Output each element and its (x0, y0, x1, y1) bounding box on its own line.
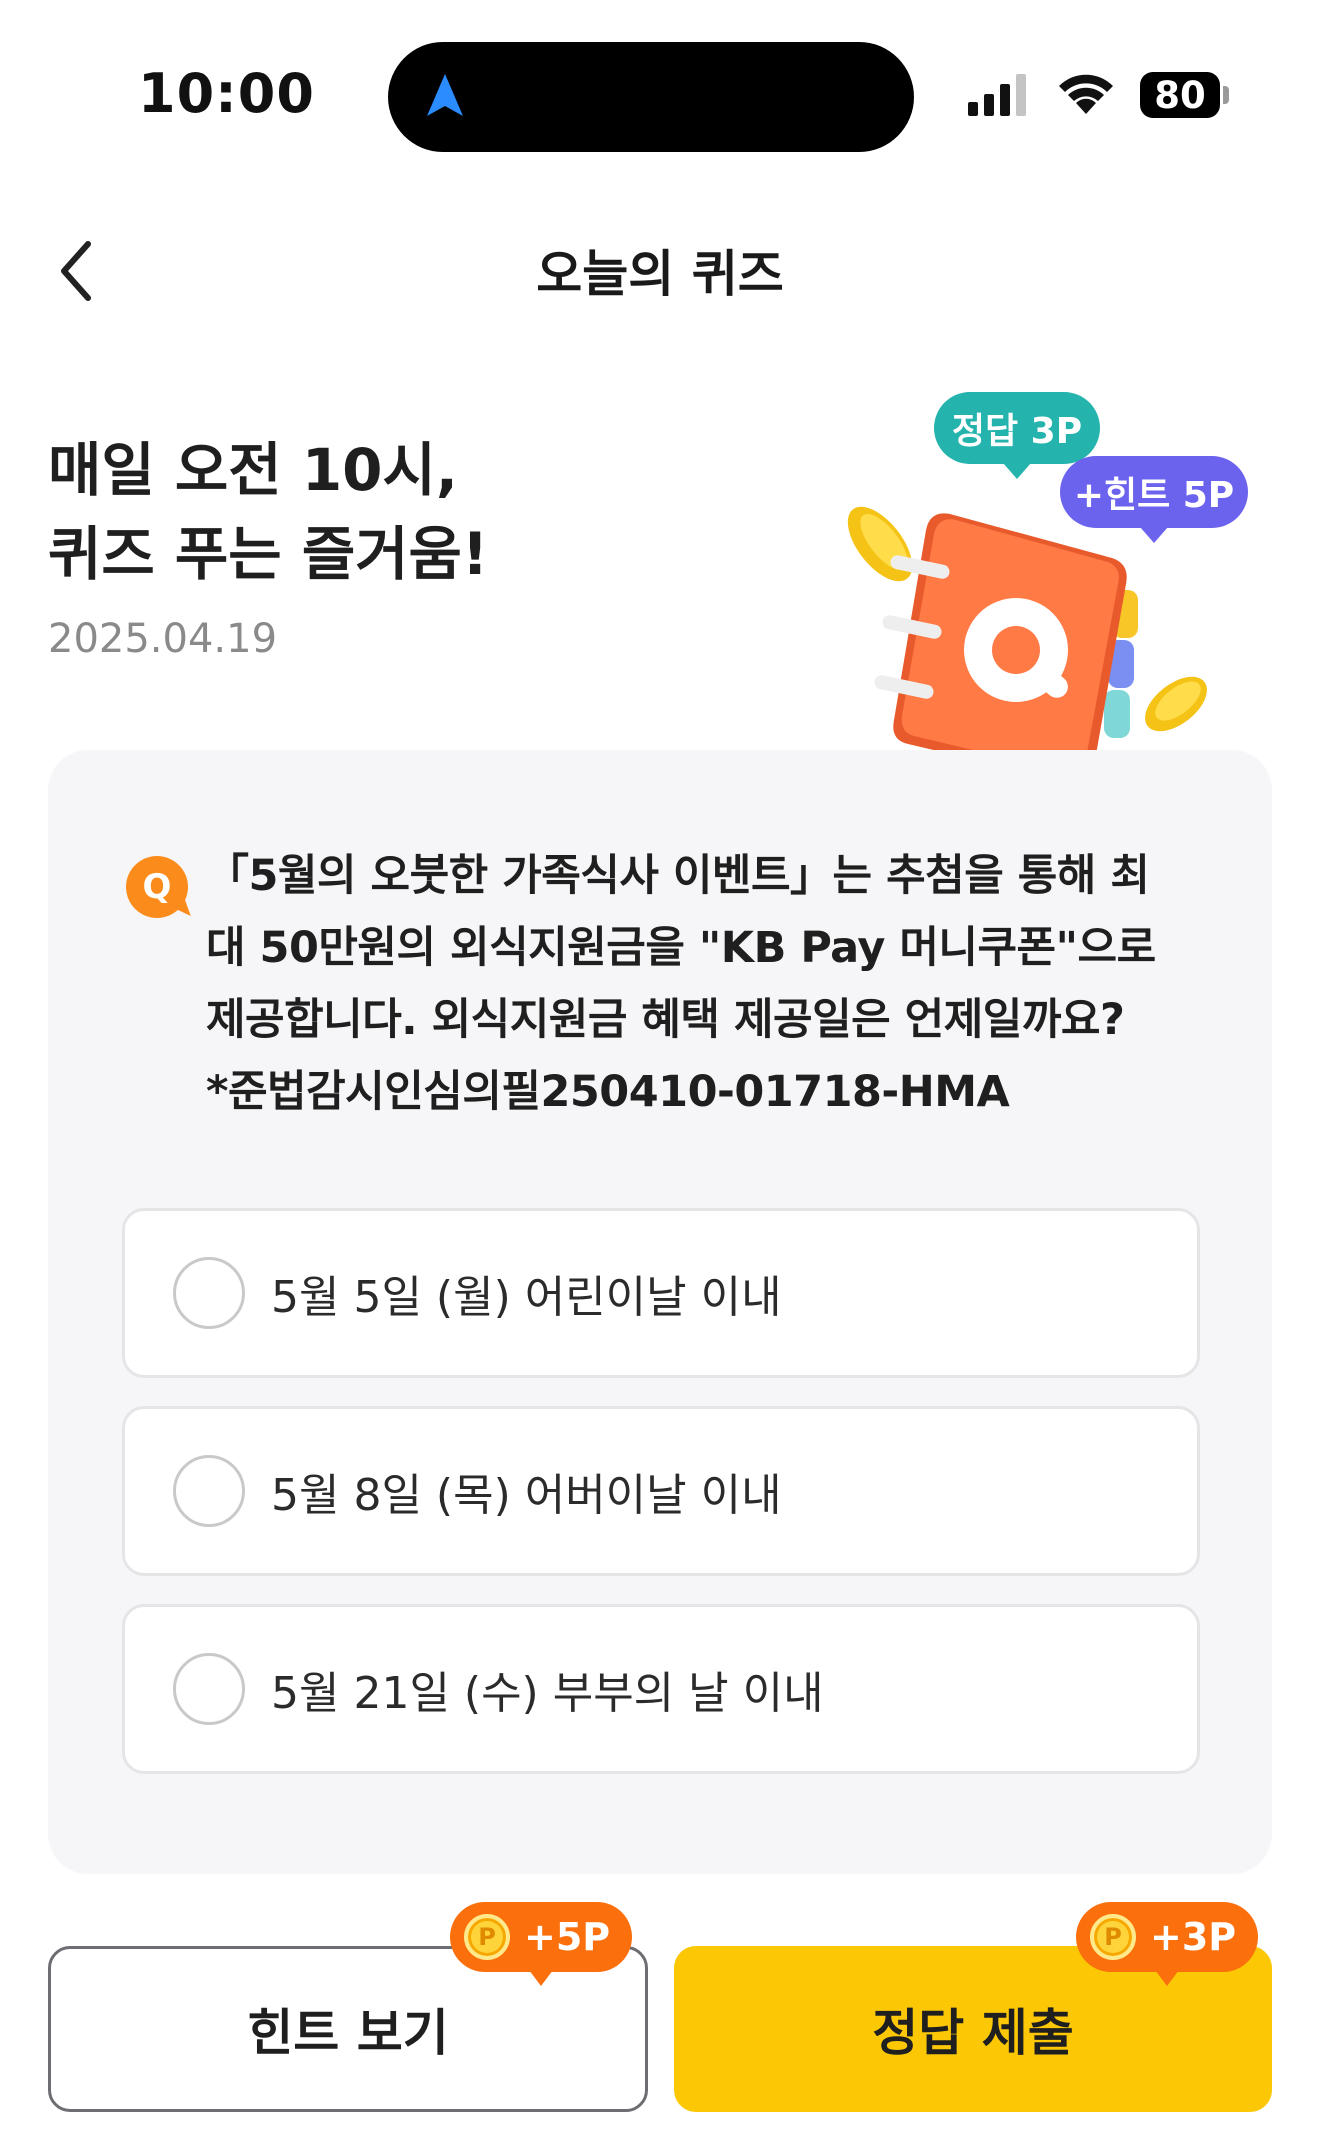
cellular-signal-icon (968, 74, 1026, 116)
answer-option-label: 5월 21일 (수) 부부의 날 이내 (271, 1668, 824, 1719)
question-line: 대 50만원의 외식지원금을 "KB Pay 머니쿠폰"으로 (206, 923, 1156, 973)
question-line: 「5월의 오붓한 가족식사 이벤트」는 추첨을 통해 최 (206, 851, 1150, 901)
quiz-date: 2025.04.19 (48, 616, 278, 662)
hero-heading-line1: 매일 오전 10시, (48, 436, 458, 504)
radio-button[interactable] (173, 1653, 245, 1725)
wifi-icon (1059, 74, 1113, 114)
status-time: 10:00 (138, 62, 315, 125)
question-badge: Q (126, 856, 188, 918)
hint-points-tag: P +5P (450, 1902, 633, 1986)
question-line: *준법감시인심의필250410-01718-HMA (206, 1067, 1010, 1117)
point-coin-icon: P (1090, 1914, 1136, 1960)
answer-option-2[interactable]: 5월 8일 (목) 어버이날 이내 (122, 1406, 1200, 1576)
answer-option-3[interactable]: 5월 21일 (수) 부부의 날 이내 (122, 1604, 1200, 1774)
submit-points-value: +3P (1150, 1915, 1237, 1959)
answer-option-label: 5월 8일 (목) 어버이날 이내 (271, 1470, 782, 1521)
answer-option-1[interactable]: 5월 5일 (월) 어린이날 이내 (122, 1208, 1200, 1378)
quiz-screen: 10:00 80 오늘의 퀴즈 매일 오전 10시, 퀴즈 푸는 즐거움! 20… (0, 0, 1320, 2129)
hint-points-value: +5P (524, 1915, 611, 1959)
question-line: 제공합니다. 외식지원금 혜택 제공일은 언제일까요? (206, 995, 1125, 1045)
radio-button[interactable] (173, 1455, 245, 1527)
hero-heading-line2: 퀴즈 푸는 즐거움! (48, 520, 489, 588)
battery-icon: 80 (1140, 72, 1220, 118)
submit-points-tag: P +3P (1076, 1902, 1259, 1986)
answer-points-bubble: 정답 3P (934, 392, 1100, 479)
hero-heading: 매일 오전 10시, 퀴즈 푸는 즐거움! (48, 428, 488, 596)
dynamic-island (388, 42, 914, 152)
radio-button[interactable] (173, 1257, 245, 1329)
page-title: 오늘의 퀴즈 (536, 245, 784, 303)
battery-cap (1223, 86, 1229, 104)
point-coin-icon: P (464, 1914, 510, 1960)
navigation-arrow-icon (427, 74, 463, 116)
answer-option-label: 5월 5일 (월) 어린이날 이내 (271, 1272, 782, 1323)
question-text: 「5월의 오붓한 가족식사 이벤트」는 추첨을 통해 최 대 50만원의 외식지… (206, 840, 1216, 1128)
